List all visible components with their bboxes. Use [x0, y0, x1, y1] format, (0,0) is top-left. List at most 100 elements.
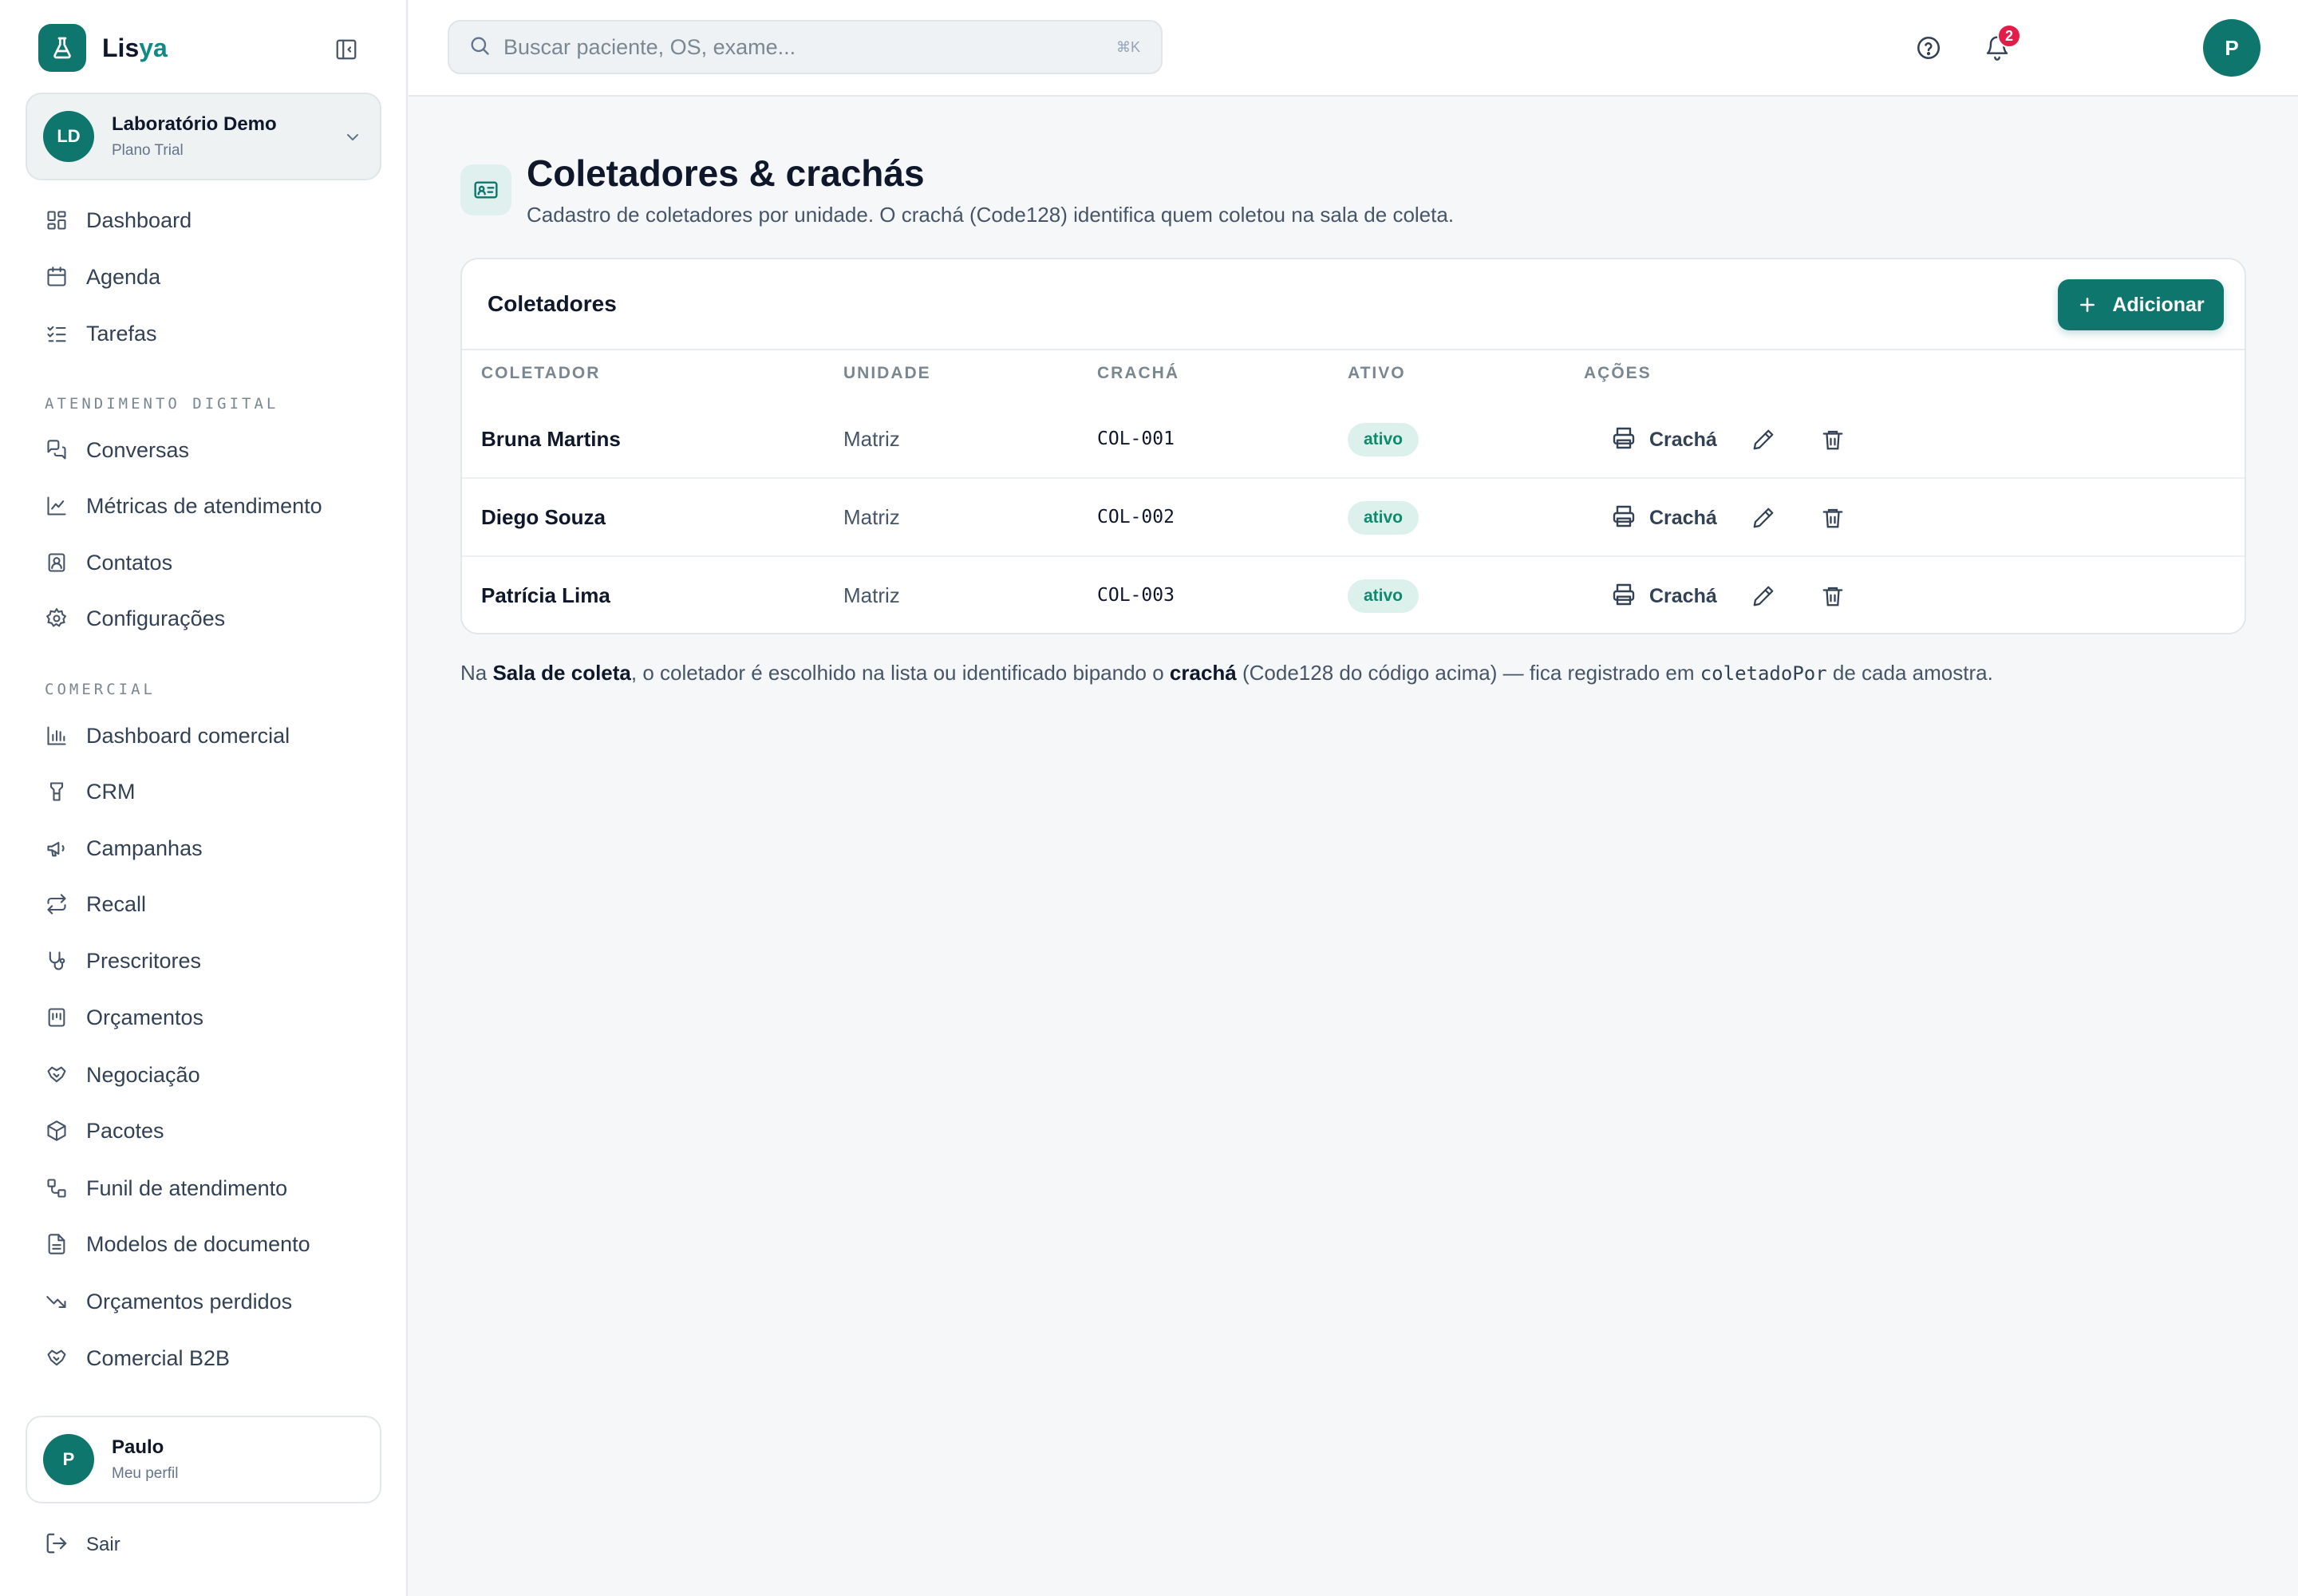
collector-name: Patrícia Lima [481, 583, 610, 607]
page-title: Coletadores & crachás [527, 152, 925, 194]
sidebar-item-tarefas[interactable]: Tarefas [26, 310, 381, 357]
handshake-icon [45, 1063, 69, 1087]
sidebar-item-label: Campanhas [86, 836, 203, 860]
user-profile-card[interactable]: P Paulo Meu perfil [26, 1416, 381, 1503]
print-badge-button[interactable]: Crachá [1598, 496, 1730, 540]
brand[interactable]: Lisya [38, 24, 168, 72]
table-row: Bruna Martins Matriz COL-001 ativo Crach… [462, 401, 2245, 479]
sidebar-item-label: Comercial B2B [86, 1345, 231, 1370]
sidebar-item-metricas[interactable]: Métricas de atendimento [26, 483, 381, 529]
collector-badge-code: COL-002 [1097, 507, 1175, 527]
sidebar-item-label: Orçamentos [86, 1005, 204, 1029]
bar-chart-icon [45, 724, 69, 748]
sidebar-item-label: Contatos [86, 550, 173, 575]
trash-icon[interactable] [1814, 421, 1852, 459]
crm-icon [45, 780, 69, 804]
table-row: Patrícia Lima Matriz COL-003 ativo Crach… [462, 558, 2245, 633]
avatar: P [43, 1434, 94, 1485]
sidebar-item-orcamentos-perdidos[interactable]: Orçamentos perdidos [26, 1278, 381, 1325]
user-name: Paulo [112, 1436, 164, 1458]
chat-icon [45, 438, 69, 462]
column-header-ativo: ATIVO [1348, 364, 1406, 382]
sidebar-item-crm[interactable]: CRM [26, 768, 381, 815]
notifications-bell-icon[interactable]: 2 [1978, 24, 2021, 67]
trending-down-icon [45, 1290, 69, 1314]
sidebar-item-prescritores[interactable]: Prescritores [26, 938, 381, 984]
sidebar-item-label: Conversas [86, 437, 190, 462]
sidebar-item-comercial-b2b[interactable]: Comercial B2B [26, 1335, 381, 1381]
section-label-comercial: COMERCIAL [45, 681, 156, 698]
sidebar-item-label: Métricas de atendimento [86, 493, 322, 518]
calendar-icon [45, 265, 69, 289]
sidebar-item-funil[interactable]: Funil de atendimento [26, 1165, 381, 1211]
package-icon [45, 1119, 69, 1143]
sidebar-item-modelos[interactable]: Modelos de documento [26, 1221, 381, 1267]
search-box[interactable]: ⌘K [448, 20, 1163, 74]
sidebar-item-label: Dashboard comercial [86, 723, 290, 748]
repeat-icon [45, 892, 69, 916]
sidebar-item-recall[interactable]: Recall [26, 881, 381, 927]
document-icon [45, 1232, 69, 1256]
sidebar-item-conversas[interactable]: Conversas [26, 427, 381, 473]
sidebar-item-orcamentos[interactable]: Orçamentos [26, 994, 381, 1041]
edit-pencil-icon[interactable] [1744, 577, 1783, 615]
sidebar-item-configuracoes[interactable]: Configurações [26, 595, 381, 642]
edit-pencil-icon[interactable] [1744, 421, 1783, 459]
add-collector-button[interactable]: Adicionar [2058, 279, 2224, 330]
contacts-icon [45, 551, 69, 575]
sidebar-item-dashboard[interactable]: Dashboard [26, 197, 381, 243]
collector-badge-code: COL-003 [1097, 585, 1175, 606]
sidebar-collapse-icon[interactable] [330, 35, 362, 64]
receipt-icon [45, 1005, 69, 1029]
print-badge-label: Crachá [1649, 584, 1717, 607]
user-avatar-button[interactable]: P [2203, 19, 2260, 77]
sidebar-item-campanhas[interactable]: Campanhas [26, 825, 381, 871]
printer-icon [1611, 504, 1637, 533]
topbar: ⌘K 2 P [409, 0, 2298, 97]
flask-icon [38, 24, 86, 72]
gear-icon [45, 606, 69, 630]
sidebar-item-label: Prescritores [86, 948, 202, 973]
logout-button[interactable]: Sair [45, 1529, 120, 1561]
section-label-atendimento: ATENDIMENTO DIGITAL [45, 395, 279, 413]
logout-icon [45, 1531, 69, 1559]
sidebar-item-contatos[interactable]: Contatos [26, 539, 381, 586]
collector-badge-code: COL-001 [1097, 429, 1175, 449]
print-badge-button[interactable]: Crachá [1598, 574, 1730, 618]
line-chart-icon [45, 494, 69, 518]
footnote-bold-cracha: crachá [1169, 661, 1237, 685]
collector-name: Diego Souza [481, 505, 606, 529]
sidebar-item-negociacao[interactable]: Negociação [26, 1052, 381, 1098]
card-header: Coletadores Adicionar [462, 259, 2245, 350]
sidebar-item-label: Funil de atendimento [86, 1175, 288, 1200]
footnote-bold-sala: Sala de coleta [492, 661, 631, 685]
sidebar-item-label: CRM [86, 779, 136, 804]
sidebar-item-agenda[interactable]: Agenda [26, 254, 381, 300]
trash-icon[interactable] [1814, 577, 1852, 615]
collector-unit: Matriz [843, 427, 900, 451]
user-profile-link: Meu perfil [112, 1465, 179, 1482]
sidebar-item-pacotes[interactable]: Pacotes [26, 1108, 381, 1154]
sidebar-item-dashboard-comercial[interactable]: Dashboard comercial [26, 713, 381, 759]
printer-icon [1611, 425, 1637, 455]
trash-icon[interactable] [1814, 499, 1852, 537]
sidebar-item-label: Pacotes [86, 1118, 164, 1143]
help-icon[interactable] [1909, 29, 1948, 67]
sidebar-item-label: Recall [86, 891, 147, 916]
status-badge: ativo [1348, 423, 1419, 456]
page-subtitle: Cadastro de coletadores por unidade. O c… [527, 203, 1455, 227]
logout-label: Sair [86, 1534, 120, 1555]
column-header-coletador: COLETADOR [481, 364, 601, 382]
search-input[interactable] [503, 34, 1078, 60]
org-avatar: LD [43, 111, 94, 162]
column-header-unidade: UNIDADE [843, 364, 931, 382]
edit-pencil-icon[interactable] [1744, 499, 1783, 537]
card-title: Coletadores [488, 291, 617, 316]
org-switcher[interactable]: LD Laboratório Demo Plano Trial [26, 93, 381, 180]
megaphone-icon [45, 836, 69, 860]
sidebar-item-label: Modelos de documento [86, 1231, 310, 1256]
sidebar-item-label: Dashboard [86, 207, 192, 232]
status-badge: ativo [1348, 501, 1419, 535]
print-badge-button[interactable]: Crachá [1598, 417, 1730, 462]
stethoscope-icon [45, 949, 69, 973]
